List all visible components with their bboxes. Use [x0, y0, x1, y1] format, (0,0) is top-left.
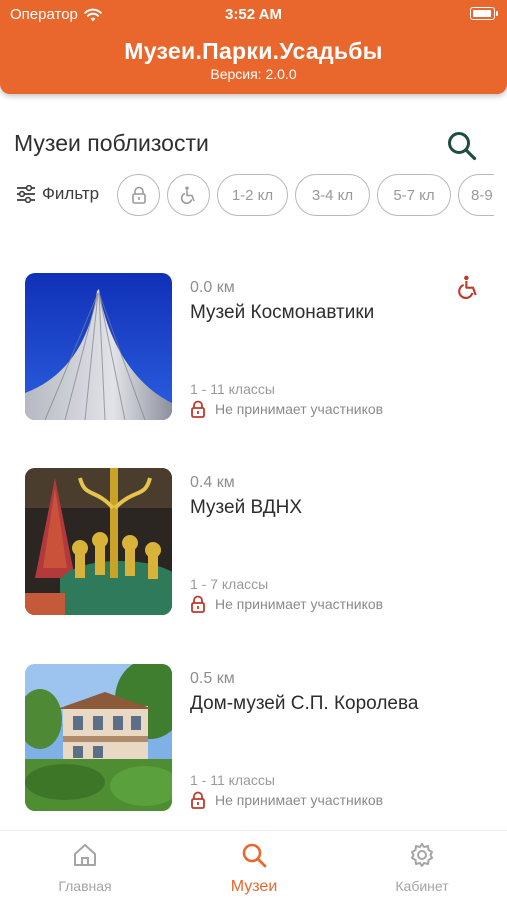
chip-grade-8-9[interactable]: 8-9	[458, 174, 494, 216]
chip-wheelchair[interactable]	[167, 174, 210, 216]
lock-icon	[131, 186, 146, 204]
wheelchair-icon	[458, 275, 477, 299]
museum-name: Музей ВДНХ	[190, 497, 303, 518]
museum-name: Дом-музей С.П. Королева	[190, 693, 419, 714]
tab-cabinet[interactable]: Кабинет	[362, 841, 482, 894]
battery-icon	[470, 7, 498, 20]
museum-access: Не принимает участников	[190, 595, 383, 613]
lock-icon	[191, 400, 205, 418]
tab-bar: Главная Музеи Кабинет	[0, 830, 507, 900]
museum-photo	[25, 468, 172, 615]
museum-grades: 1 - 7 классы	[190, 576, 269, 592]
museum-access: Не принимает участников	[190, 791, 383, 809]
search-icon	[242, 843, 267, 868]
chip-grade-1-2[interactable]: 1-2 кл	[217, 174, 288, 216]
filter-button[interactable]: Фильтр	[16, 184, 99, 204]
museum-card[interactable]: 0.0 км Музей Космонавтики 1 - 11 классы …	[0, 273, 507, 433]
museum-distance: 0.4 км	[190, 474, 235, 491]
app-title: Музеи.Парки.Усадьбы	[124, 38, 383, 64]
chip-lock[interactable]	[117, 174, 160, 216]
museum-photo	[25, 664, 172, 811]
app-header: Оператор 3:52 AM Музеи.Парки.Усадьбы Вер…	[0, 0, 507, 94]
museum-distance: 0.5 км	[190, 670, 235, 687]
lock-icon	[191, 595, 205, 613]
filter-sliders-icon	[17, 185, 35, 203]
gear-icon	[411, 843, 433, 867]
tab-museums[interactable]: Музеи	[194, 841, 314, 896]
status-bar: Оператор 3:52 AM	[0, 0, 507, 30]
museum-access: Не принимает участников	[190, 400, 383, 418]
tab-cabinet-label: Кабинет	[395, 878, 449, 894]
museum-grades: 1 - 11 классы	[190, 772, 275, 788]
tab-home[interactable]: Главная	[25, 841, 145, 894]
search-button[interactable]	[444, 128, 480, 164]
museum-access-text: Не принимает участников	[215, 401, 384, 417]
app-version: Версия: 2.0.0	[210, 66, 297, 82]
museum-access-text: Не принимает участников	[215, 596, 384, 612]
museum-photo	[25, 273, 172, 420]
museum-card[interactable]: 0.4 км Музей ВДНХ 1 - 7 классы Не приним…	[0, 468, 507, 628]
museum-card[interactable]: 0.5 км Дом-музей С.П. Королева 1 - 11 кл…	[0, 664, 507, 824]
tab-home-label: Главная	[58, 878, 112, 894]
wheelchair-icon	[180, 186, 195, 204]
chip-grade-3-4[interactable]: 3-4 кл	[295, 174, 370, 216]
museum-name: Музей Космонавтики	[190, 302, 375, 323]
home-icon	[74, 844, 96, 866]
filter-label: Фильтр	[42, 184, 100, 203]
chip-grade-5-7[interactable]: 5-7 кл	[377, 174, 451, 216]
museum-distance: 0.0 км	[190, 279, 235, 296]
museum-grades: 1 - 11 классы	[190, 381, 275, 397]
page-title: Музеи поблизости	[14, 130, 209, 156]
lock-icon	[191, 791, 205, 809]
filter-row: Фильтр 1-2 кл 3-4 кл 5-7 кл 8-9	[0, 172, 494, 218]
search-icon	[448, 132, 477, 161]
tab-museums-label: Музеи	[230, 878, 278, 895]
museum-access-text: Не принимает участников	[215, 792, 384, 808]
status-time: 3:52 AM	[225, 6, 282, 23]
